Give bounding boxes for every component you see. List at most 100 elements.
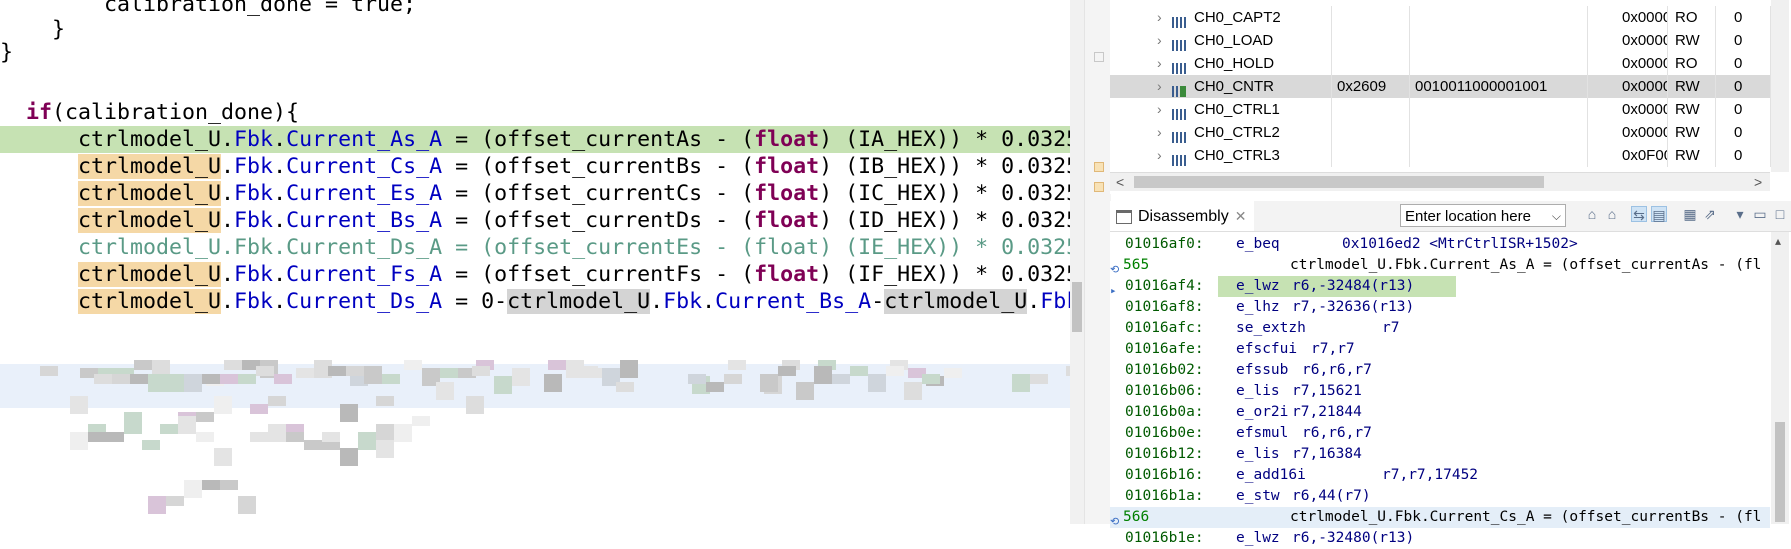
disassembly-instruction-row[interactable]: 01016b1e: e_lwz r6,-32480(r13): [1110, 528, 1770, 549]
disassembly-vertical-scrollbar[interactable]: ▴: [1771, 232, 1789, 524]
editor-vertical-scrollbar[interactable]: [1070, 0, 1084, 524]
register-access: RW: [1675, 124, 1700, 141]
scroll-thumb[interactable]: [1134, 176, 1544, 188]
disassembly-instruction-row[interactable]: 01016b12: e_lis r7,16384: [1110, 444, 1770, 465]
disassembly-instruction-row[interactable]: 01016b06: e_lis r7,15621: [1110, 381, 1770, 402]
maximize-icon[interactable]: □: [1772, 206, 1788, 222]
disassembly-instruction-row[interactable]: ▸ 01016af4: e_lwz r6,-32484(r13): [1110, 276, 1770, 297]
minimize-icon[interactable]: ▭: [1752, 206, 1768, 222]
scroll-right-icon[interactable]: >: [1754, 173, 1762, 191]
pixel-block: [130, 374, 148, 384]
disassembly-instruction-row[interactable]: 01016b1a: e_stw r6,44(r7): [1110, 486, 1770, 507]
register-row[interactable]: › CH0_LOAD 0x0000 RW 0: [1110, 29, 1771, 52]
pixel-block: [328, 366, 346, 376]
disassembly-instruction-row[interactable]: 01016b16: e_add16i r7,r7,17452: [1110, 465, 1770, 486]
instruction-address: 01016b1a:: [1125, 488, 1204, 504]
chevron-right-icon[interactable]: ›: [1157, 52, 1162, 75]
location-input[interactable]: Enter location here ⌵: [1400, 204, 1566, 227]
chevron-right-icon[interactable]: ›: [1157, 144, 1162, 167]
pixel-block: [796, 382, 814, 400]
go-to-pc-icon[interactable]: ⌂: [1584, 206, 1600, 222]
register-row[interactable]: › CH0_CTRL2 0x0000 RW 0: [1110, 121, 1771, 144]
instruction-operands: r7,r7,17452: [1382, 467, 1479, 483]
register-value: [1331, 124, 1337, 141]
instruction-mnemonic: e_lwz: [1236, 278, 1280, 294]
register-reset-cell: 0x0000: [1587, 121, 1668, 144]
pixel-block: [394, 424, 412, 442]
pixel-block: [296, 368, 314, 378]
open-console-icon[interactable]: ▦: [1682, 206, 1698, 222]
register-horizontal-scrollbar[interactable]: < >: [1110, 172, 1770, 191]
pixel-block: [472, 366, 490, 376]
register-row[interactable]: › CH0_HOLD 0x0000 RO 0: [1110, 52, 1771, 75]
view-sash[interactable]: [1084, 0, 1111, 524]
chevron-down-icon[interactable]: ⌵: [1552, 205, 1561, 228]
pin-icon[interactable]: ⇗: [1702, 206, 1718, 222]
scroll-thumb[interactable]: [1775, 422, 1785, 522]
pixel-block: [376, 440, 394, 458]
disassembly-instruction-row[interactable]: 01016af0: e_beq 0x1016ed2 <MtrCtrlISR+1502…: [1110, 234, 1770, 255]
instruction-operands: 0x1016ed2 <MtrCtrlISR+1502>: [1342, 236, 1578, 252]
close-icon[interactable]: ✕: [1235, 208, 1247, 224]
disassembly-source-row[interactable]: ⟲ 566 ctrlmodel_U.Fbk.Current_Cs_A = (offs…: [1110, 507, 1770, 528]
instruction-address: 01016b0e:: [1125, 425, 1204, 441]
scroll-thumb[interactable]: [1072, 282, 1082, 332]
show-source-icon[interactable]: ▤: [1651, 206, 1667, 223]
register-vertical-scrollbar[interactable]: [1771, 0, 1789, 172]
pixel-block: [778, 366, 796, 376]
instruction-address: 01016b06:: [1125, 383, 1204, 399]
disassembly-instruction-row[interactable]: 01016b0e: efsmul r6,r6,r7: [1110, 423, 1770, 444]
pixel-block: [238, 374, 256, 384]
register-name-cell: › CH0_HOLD: [1110, 52, 1332, 75]
instruction-address: 01016b16:: [1125, 467, 1204, 483]
pixel-block: [112, 374, 130, 384]
instruction-address: 01016b12:: [1125, 446, 1204, 462]
pixelated-code-region: [0, 330, 1070, 524]
chevron-right-icon[interactable]: ›: [1157, 29, 1162, 52]
register-row[interactable]: › CH0_CNTR 0x2609 0010011000001001 0x0000 RW 0: [1110, 75, 1771, 98]
register-reset: 0x0000: [1622, 78, 1668, 95]
register-icon: [1172, 81, 1186, 97]
link-with-editor-icon[interactable]: ⇆: [1631, 206, 1647, 223]
disassembly-instruction-row[interactable]: 01016af8: e_lhz r7,-32636(r13): [1110, 297, 1770, 318]
disassembly-instruction-row[interactable]: 01016afe: efscfui r7,r7: [1110, 339, 1770, 360]
pixel-block: [250, 404, 268, 414]
disassembly-source-row[interactable]: ⟲ 565 ctrlmodel_U.Fbk.Current_As_A = (offs…: [1110, 255, 1770, 276]
disassembly-instruction-row[interactable]: 01016afc: se_extzh r7: [1110, 318, 1770, 339]
register-row[interactable]: › CH0_CAPT2 0x0000 RO 0: [1110, 6, 1771, 29]
register-access-cell: RW: [1667, 121, 1716, 144]
pixel-block: [412, 416, 430, 426]
chevron-right-icon[interactable]: ›: [1157, 75, 1162, 98]
register-access-cell: RW: [1667, 75, 1716, 98]
register-value: [1331, 32, 1337, 49]
chevron-right-icon[interactable]: ›: [1157, 6, 1162, 29]
code-editor[interactable]: calibration_done = true; } } if(calibrat…: [0, 0, 1070, 524]
register-table[interactable]: › CH0_CAPT2 0x0000 RO 0 › CH0_LOAD 0x0000 RW 0 › CH…: [1110, 0, 1791, 194]
tab-disassembly[interactable]: Disassembly ✕: [1110, 201, 1255, 231]
register-access-cell: RO: [1667, 6, 1716, 29]
chevron-right-icon[interactable]: ›: [1157, 98, 1162, 121]
scroll-up-icon[interactable]: ▴: [1775, 234, 1781, 248]
disassembly-instruction-row[interactable]: 01016b02: efssub r6,r6,r7: [1110, 360, 1770, 381]
chevron-right-icon[interactable]: ›: [1157, 121, 1162, 144]
pixel-block: [728, 360, 746, 370]
pixel-block: [404, 360, 422, 370]
register-row[interactable]: › CH0_CTRL1 0x0000 RW 0: [1110, 98, 1771, 121]
disassembly-listing[interactable]: 01016af0: e_beq 0x1016ed2 <MtrCtrlISR+1502…: [1110, 232, 1770, 546]
home-icon[interactable]: ⌂: [1604, 206, 1620, 222]
disassembly-instruction-row[interactable]: 01016b0a: e_or2i r7,21844: [1110, 402, 1770, 423]
scroll-left-icon[interactable]: <: [1116, 173, 1124, 191]
register-value-cell: [1331, 121, 1410, 144]
code-line-current: ctrlmodel_U.Fbk.Current_As_A = (offset_c…: [0, 126, 1070, 153]
pixel-block: [616, 382, 634, 392]
view-menu-icon[interactable]: ▾: [1732, 206, 1748, 222]
pixel-block: [688, 374, 706, 384]
overview-marker: [1094, 182, 1104, 192]
register-row[interactable]: › CH0_CTRL3 0x0F00 RW 0: [1110, 144, 1771, 167]
pixel-block: [580, 366, 598, 376]
pixel-block: [70, 432, 88, 450]
register-binary-cell: [1409, 29, 1588, 52]
instruction-mnemonic: e_lwz: [1236, 530, 1280, 546]
register-access-cell: RO: [1667, 52, 1716, 75]
register-binary: [1409, 101, 1415, 118]
